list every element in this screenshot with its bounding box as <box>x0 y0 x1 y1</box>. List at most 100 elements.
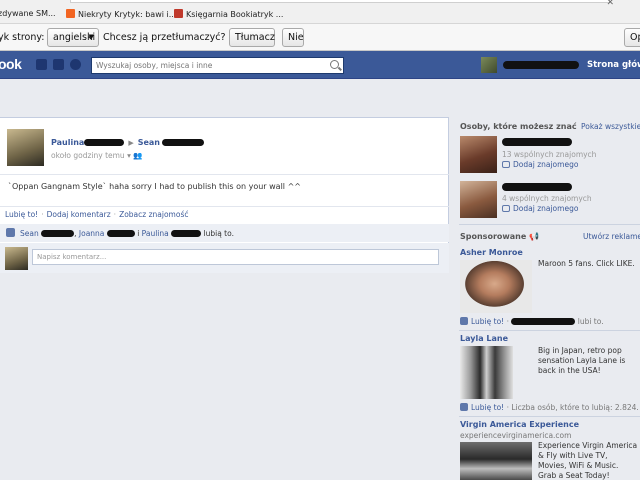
likes-suffix: lubią to. <box>203 229 234 238</box>
ad-like-link[interactable]: Lubię to! <box>471 317 504 326</box>
thumbs-up-icon <box>460 403 468 411</box>
add-friend-icon <box>502 205 510 212</box>
story-card: Paulina ▶ Sean około godziny temu ▾ 👥 `Opp… <box>0 117 449 273</box>
redacted-name <box>171 230 202 237</box>
chevron-down-icon: ▼ <box>88 33 94 41</box>
ad-body: Maroon 5 fans. Click LIKE. <box>538 259 635 268</box>
divider <box>459 224 640 225</box>
friend-requests-icon[interactable] <box>36 59 47 70</box>
ad-body: Big in Japan, retro pop sensation Layla … <box>538 346 626 375</box>
redacted-name <box>162 139 204 146</box>
ad-title[interactable]: Layla Lane <box>460 334 508 343</box>
ad-url[interactable]: experiencevirginamerica.com <box>460 431 571 440</box>
person-photo[interactable] <box>460 136 497 173</box>
ad-like-row: Lubię to! · lubi to. <box>460 317 604 326</box>
translate-question: Chcesz ją przetłumaczyć? <box>103 32 226 43</box>
redacted-name <box>502 183 572 191</box>
translate-bar: yk strony: angielski ▼ Chcesz ją przetłu… <box>0 24 640 51</box>
show-all-link[interactable]: Pokaż wszystkie <box>581 122 640 131</box>
add-friend-link[interactable]: Dodaj znajomego <box>502 160 578 169</box>
likes-bar: Sean , Joanna i Paulina lubią to. <box>0 224 449 242</box>
friends-privacy-icon[interactable]: 👥 <box>133 151 142 160</box>
thumbs-up-icon <box>460 317 468 325</box>
divider <box>0 174 449 175</box>
avatar[interactable] <box>7 129 44 166</box>
facebook-header: ook Strona główna <box>0 51 640 79</box>
add-friend-label: Dodaj znajomego <box>513 204 579 213</box>
bookmark-label: zdywane SM... <box>0 9 56 18</box>
comment-link[interactable]: Dodaj komentarz <box>47 210 111 219</box>
likes-text: Sean , Joanna i Paulina lubią to. <box>20 229 234 238</box>
story-text: `Oppan Gangnam Style` haha sorry I had t… <box>8 182 301 191</box>
translate-button[interactable]: Tłumacz <box>229 28 275 47</box>
blogger-icon <box>66 9 75 18</box>
bookmark-label: Niekryty Krytyk: bawi i... <box>78 10 177 19</box>
arrow-right-icon: ▶ <box>128 139 134 147</box>
comment-input[interactable]: Napisz komentarz... <box>32 249 439 265</box>
add-friend-label: Dodaj znajomego <box>513 160 579 169</box>
like-name-link[interactable]: Paulina <box>142 229 169 238</box>
home-link[interactable]: Strona główna <box>587 60 640 70</box>
bookstore-icon <box>174 9 183 18</box>
avatar[interactable] <box>481 57 497 73</box>
create-ad-link[interactable]: Utwórz reklamę <box>583 232 640 241</box>
sponsored-heading: Sponsorowane 📢 <box>460 232 539 241</box>
redacted-name <box>511 318 576 325</box>
avatar <box>5 247 28 270</box>
bookmark-item-1[interactable]: zdywane SM... <box>0 9 56 18</box>
comment-bar: Napisz komentarz... <box>0 243 449 273</box>
thumbs-up-icon <box>6 228 15 237</box>
add-friend-icon <box>502 161 510 168</box>
close-icon[interactable]: ✕ <box>606 0 614 8</box>
facebook-logo[interactable]: ook <box>0 56 22 72</box>
pymk-heading: Osoby, które możesz znać <box>460 122 577 131</box>
like-link[interactable]: Lubię to! <box>5 210 38 219</box>
add-friend-link[interactable]: Dodaj znajomego <box>502 204 578 213</box>
redacted-name <box>106 230 135 237</box>
ad-title[interactable]: Virgin America Experience <box>460 420 579 429</box>
ad-like-suffix: lubi to. <box>577 317 604 326</box>
ad-image[interactable] <box>460 260 532 313</box>
search-icon[interactable] <box>330 60 339 69</box>
mutual-friends[interactable]: 13 wspólnych znajomych <box>502 150 596 159</box>
messages-icon[interactable] <box>53 59 64 70</box>
story-header: Paulina ▶ Sean <box>51 138 204 147</box>
story-time: około godziny temu ▾ 👥 <box>51 151 143 160</box>
ad-title[interactable]: Asher Monroe <box>460 248 523 257</box>
story-actions: Lubię to! · Dodaj komentarz · Zobacz znajomo… <box>5 210 188 219</box>
timestamp[interactable]: około godziny temu <box>51 151 125 160</box>
ad-like-link[interactable]: Lubię to! <box>471 403 504 412</box>
bookmarks-bar: zdywane SM... Niekryty Krytyk: bawi i...… <box>0 0 640 24</box>
options-button[interactable]: Op <box>624 28 640 47</box>
bookmark-item-2[interactable]: Niekryty Krytyk: bawi i... <box>66 9 176 19</box>
search-box <box>91 57 344 74</box>
redacted-name <box>84 139 125 146</box>
redacted-name <box>503 61 579 69</box>
separator: · <box>41 210 44 219</box>
no-button[interactable]: Nie <box>282 28 304 47</box>
author-link[interactable]: Paulina <box>51 138 84 147</box>
like-name-link[interactable]: Sean <box>20 229 39 238</box>
redacted-name <box>41 230 75 237</box>
person-photo[interactable] <box>460 181 497 218</box>
ad-like-row: Lubię to! · Liczba osób, które to lubią:… <box>460 403 639 412</box>
bookmark-label: Księgarnia Bookiatryk ... <box>186 10 284 19</box>
ad-image[interactable] <box>460 346 513 399</box>
like-name-link[interactable]: Joanna <box>79 229 105 238</box>
separator: · <box>113 210 117 219</box>
page-language-label: yk strony: <box>0 32 45 43</box>
language-select[interactable]: angielski ▼ <box>47 28 99 47</box>
target-link[interactable]: Sean <box>138 138 160 147</box>
notifications-icon[interactable] <box>70 59 81 70</box>
chevron-down-icon: ▾ <box>127 151 131 160</box>
see-friendship-link[interactable]: Zobacz znajomość <box>119 210 188 219</box>
divider <box>459 416 640 417</box>
conjunction: i <box>137 229 140 238</box>
bookmark-item-3[interactable]: Księgarnia Bookiatryk ... <box>174 9 283 19</box>
ad-body: Experience Virgin America & Fly with Liv… <box>538 441 638 480</box>
search-input[interactable] <box>92 58 322 73</box>
ad-image[interactable] <box>460 442 532 480</box>
mutual-friends[interactable]: 4 wspólnych znajomych <box>502 194 592 203</box>
megaphone-icon: 📢 <box>529 232 540 241</box>
redacted-name <box>502 138 572 146</box>
